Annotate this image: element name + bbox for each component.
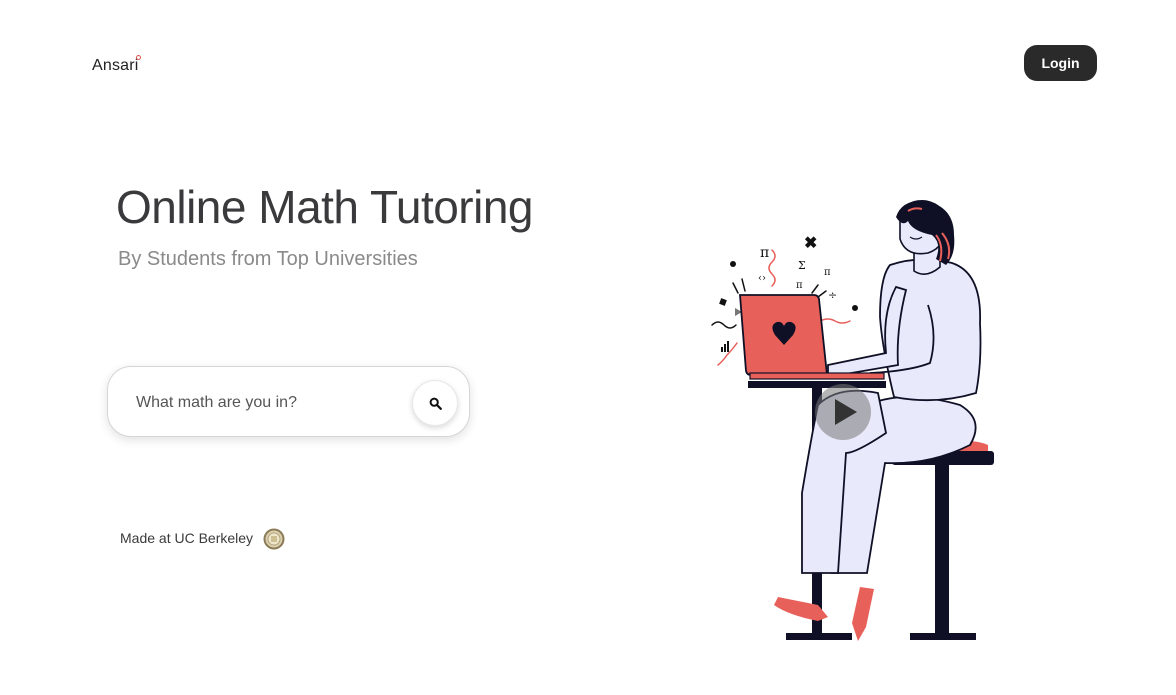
- made-at-text: Made at UC Berkeley: [120, 530, 254, 546]
- play-video-button[interactable]: [815, 384, 871, 440]
- login-button[interactable]: Login: [1024, 45, 1097, 81]
- svg-text:✖: ✖: [804, 233, 817, 252]
- search-button[interactable]: [412, 380, 458, 426]
- uc-berkeley-seal-icon: [263, 528, 285, 550]
- page-subtitle: By Students from Top Universities: [118, 248, 418, 270]
- svg-text:‹›: ‹›: [758, 273, 766, 284]
- play-icon: [835, 399, 857, 425]
- svg-text:π: π: [824, 267, 831, 278]
- search-icon: [429, 397, 442, 410]
- logo-mark-icon: [136, 55, 141, 60]
- svg-text:π: π: [796, 280, 803, 291]
- svg-text:÷: ÷: [828, 289, 837, 302]
- svg-text:Σ: Σ: [798, 259, 806, 272]
- page-title: Online Math Tutoring: [116, 181, 534, 233]
- search-box: [107, 366, 470, 437]
- search-input[interactable]: [134, 387, 408, 419]
- svg-text:π: π: [760, 245, 769, 261]
- logo[interactable]: Ansari: [92, 57, 139, 75]
